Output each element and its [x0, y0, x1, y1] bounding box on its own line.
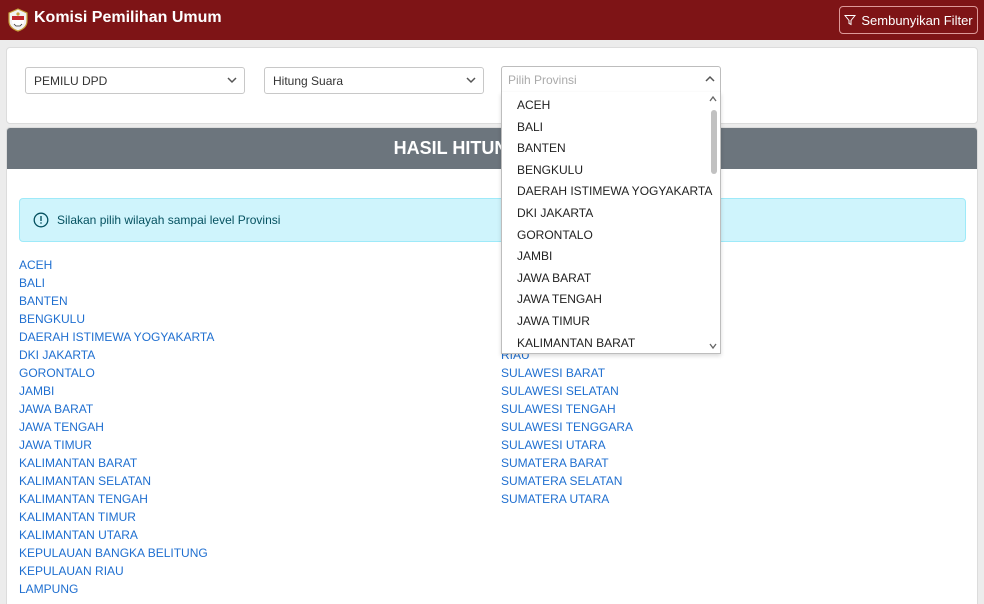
dropdown-option[interactable]: JAMBI — [502, 246, 720, 268]
chevron-down-icon — [227, 77, 237, 84]
election-select-value: PEMILU DPD — [34, 74, 108, 88]
province-link[interactable]: LAMPUNG — [19, 580, 214, 598]
province-select[interactable]: Pilih Provinsi — [501, 66, 721, 93]
province-link[interactable]: BANTEN — [19, 292, 214, 310]
province-link[interactable]: BENGKULU — [19, 310, 214, 328]
kpu-logo-icon[interactable] — [7, 8, 29, 32]
province-link[interactable]: BALI — [19, 274, 214, 292]
province-link[interactable]: SULAWESI TENGGARA — [501, 418, 633, 436]
dropdown-option[interactable]: DKI JAKARTA — [502, 203, 720, 225]
province-link[interactable]: SULAWESI BARAT — [501, 364, 633, 382]
province-link[interactable]: SUMATERA UTARA — [501, 490, 633, 508]
info-circle-icon — [33, 212, 49, 228]
province-list-left: ACEH BALI BANTEN BENGKULU DAERAH ISTIMEWA YO… — [19, 256, 214, 598]
province-link[interactable]: KALIMANTAN UTARA — [19, 526, 214, 544]
province-link[interactable]: KEPULAUAN BANGKA BELITUNG — [19, 544, 214, 562]
results-panel: HASIL HITUNG SUARA Silakan pilih wilayah… — [6, 127, 978, 604]
info-alert: Silakan pilih wilayah sampai level Provi… — [19, 198, 966, 242]
dropdown-option[interactable]: BALI — [502, 117, 720, 139]
province-select-placeholder: Pilih Provinsi — [508, 73, 577, 87]
info-alert-text: Silakan pilih wilayah sampai level Provi… — [57, 213, 281, 227]
province-link[interactable]: DAERAH ISTIMEWA YOGYAKARTA — [19, 328, 214, 346]
scroll-up-icon[interactable] — [709, 95, 717, 103]
filter-icon — [844, 15, 857, 26]
province-link[interactable]: JAWA TIMUR — [19, 436, 214, 454]
brand-title[interactable]: Komisi Pemilihan Umum — [34, 9, 222, 27]
mode-select-value: Hitung Suara — [273, 74, 344, 88]
dropdown-option[interactable]: KALIMANTAN BARAT — [502, 333, 720, 353]
province-link[interactable]: DKI JAKARTA — [19, 346, 214, 364]
province-link[interactable]: GORONTALO — [19, 364, 214, 382]
province-link[interactable]: KALIMANTAN SELATAN — [19, 472, 214, 490]
chevron-down-icon — [466, 77, 476, 84]
province-link[interactable]: SUMATERA BARAT — [501, 454, 633, 472]
province-link[interactable]: KALIMANTAN BARAT — [19, 454, 214, 472]
dropdown-option[interactable]: BENGKULU — [502, 160, 720, 182]
province-link[interactable]: SULAWESI SELATAN — [501, 382, 633, 400]
province-link[interactable]: KEPULAUAN RIAU — [19, 562, 214, 580]
dropdown-option[interactable]: JAWA TIMUR — [502, 311, 720, 333]
election-select[interactable]: PEMILU DPD — [25, 67, 245, 94]
dropdown-option[interactable]: DAERAH ISTIMEWA YOGYAKARTA — [502, 181, 720, 203]
province-link[interactable]: KALIMANTAN TENGAH — [19, 490, 214, 508]
scroll-thumb[interactable] — [711, 110, 717, 174]
dropdown-option[interactable]: GORONTALO — [502, 225, 720, 247]
results-title: HASIL HITUNG SUARA — [7, 128, 977, 169]
chevron-up-icon — [705, 75, 715, 82]
province-dropdown[interactable]: ACEH BALI BANTEN BENGKULU DAERAH ISTIMEWA YO… — [501, 92, 721, 354]
dropdown-option[interactable]: ACEH — [502, 95, 720, 117]
province-dropdown-list: ACEH BALI BANTEN BENGKULU DAERAH ISTIMEWA YO… — [502, 92, 720, 353]
dropdown-option[interactable]: BANTEN — [502, 138, 720, 160]
dropdown-scrollbar[interactable] — [708, 92, 718, 353]
province-link[interactable]: JAWA BARAT — [19, 400, 214, 418]
province-link[interactable]: JAWA TENGAH — [19, 418, 214, 436]
dropdown-option[interactable]: JAWA BARAT — [502, 268, 720, 290]
province-link[interactable]: SUMATERA SELATAN — [501, 472, 633, 490]
province-link[interactable]: KALIMANTAN TIMUR — [19, 508, 214, 526]
dropdown-option[interactable]: JAWA TENGAH — [502, 289, 720, 311]
filter-panel: PEMILU DPD Hitung Suara — [6, 47, 978, 124]
province-link[interactable]: SULAWESI UTARA — [501, 436, 633, 454]
hide-filter-button[interactable]: Sembunyikan Filter — [839, 6, 978, 34]
mode-select[interactable]: Hitung Suara — [264, 67, 484, 94]
province-link[interactable]: JAMBI — [19, 382, 214, 400]
province-link[interactable]: ACEH — [19, 256, 214, 274]
hide-filter-label: Sembunyikan Filter — [861, 12, 973, 28]
scroll-down-icon[interactable] — [709, 342, 717, 350]
province-link[interactable]: SULAWESI TENGAH — [501, 400, 633, 418]
top-navbar: Komisi Pemilihan Umum Sembunyikan Filter — [0, 0, 984, 40]
